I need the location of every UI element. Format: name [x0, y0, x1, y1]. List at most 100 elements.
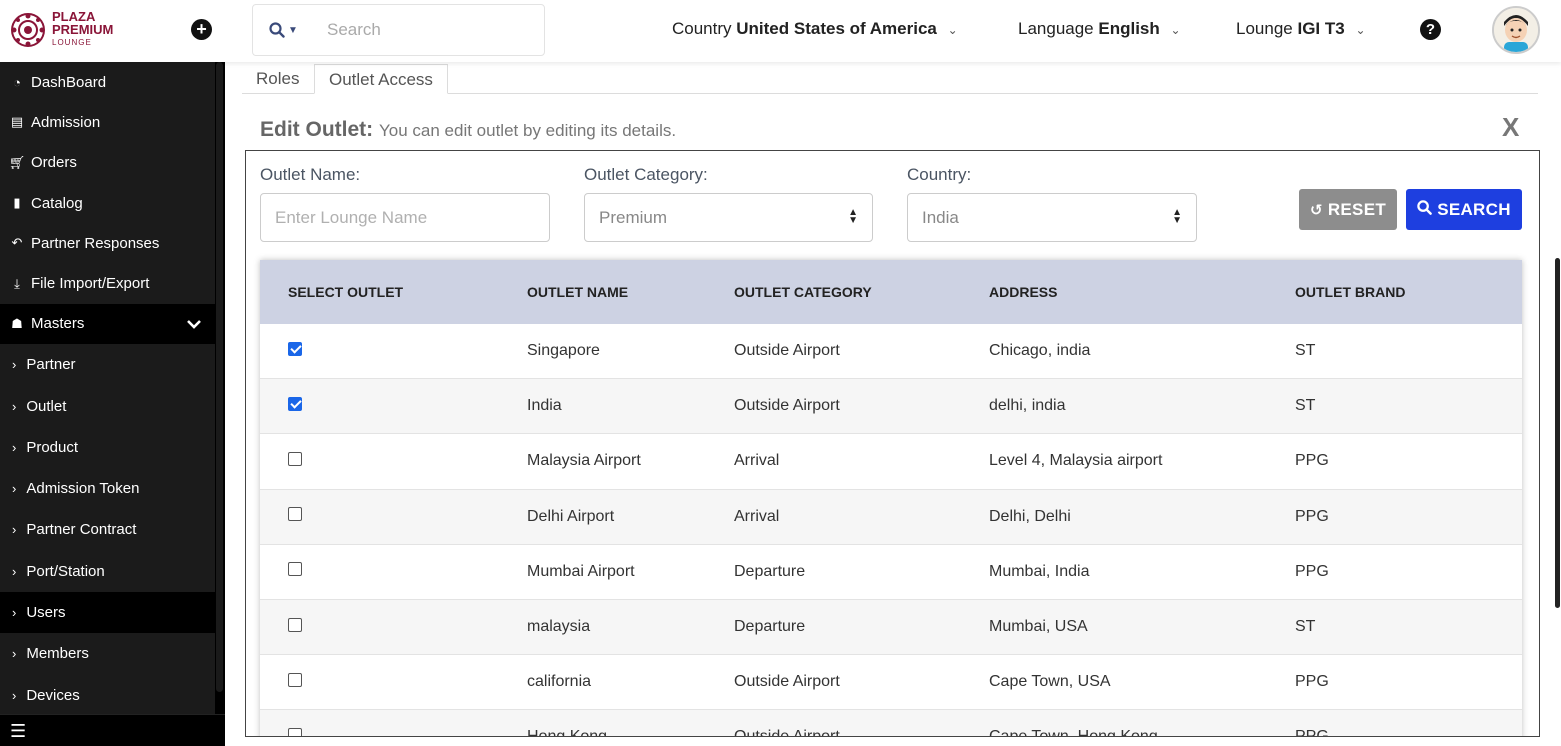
sidebar-subitem-label: Product — [26, 438, 79, 456]
select-outlet-checkbox[interactable] — [288, 451, 302, 466]
select-outlet-cell — [260, 507, 527, 526]
search-button[interactable]: SEARCH — [1406, 189, 1522, 230]
search-input[interactable] — [327, 20, 527, 40]
table-header: SELECT OUTLET OUTLET NAME OUTLET CATEGOR… — [260, 260, 1522, 324]
outlet-category-cell: Arrival — [734, 452, 780, 470]
outlet-brand-cell: PPG — [1295, 452, 1329, 470]
select-outlet-checkbox[interactable] — [288, 507, 302, 522]
select-outlet-cell — [260, 727, 527, 736]
sidebar-scroll-thumb[interactable] — [216, 62, 223, 692]
chevron-down-icon: ⌄ — [1170, 23, 1181, 37]
sidebar-subitem-outlet[interactable]: › Outlet — [0, 385, 215, 427]
outlet-category-cell: Outside Airport — [734, 397, 840, 415]
select-outlet-checkbox[interactable] — [288, 396, 302, 411]
address-cell: delhi, india — [989, 397, 1066, 415]
outlet-brand-cell: ST — [1295, 618, 1316, 636]
outlet-name-cell: Singapore — [527, 342, 600, 360]
select-outlet-checkbox[interactable] — [288, 562, 302, 577]
address-cell: Mumbai, USA — [989, 618, 1088, 636]
outlet-brand-cell: PPG — [1295, 507, 1329, 525]
outlet-name-input[interactable] — [275, 207, 549, 228]
select-outlet-checkbox[interactable] — [288, 727, 302, 736]
help-icon[interactable]: ? — [1420, 19, 1441, 40]
outlet-category-cell: Outside Airport — [734, 673, 840, 691]
language-selector[interactable]: Language English ⌄ — [1018, 19, 1181, 39]
tab-outlet-access[interactable]: Outlet Access — [314, 64, 448, 94]
search-label: SEARCH — [1437, 199, 1511, 219]
sidebar-scrollbar[interactable] — [215, 62, 225, 712]
table-row[interactable]: India Outside Airport delhi, india ST — [260, 379, 1522, 435]
table-body: Singapore Outside Airport Chicago, india ST… — [260, 324, 1522, 737]
country-select[interactable]: India ▲ ▼ — [907, 193, 1197, 242]
chevron-right-icon: › — [12, 563, 17, 579]
table-row[interactable]: Singapore Outside Airport Chicago, india ST — [260, 324, 1522, 380]
lounge-value: IGI T3 — [1297, 19, 1345, 38]
lounge-label: Lounge — [1236, 19, 1293, 38]
address-cell: Delhi, Delhi — [989, 507, 1071, 525]
country-filter-label: Country: — [907, 165, 972, 184]
sidebar-menu: ◔ DashBoard ▤ Admission 🛒︎ Orders ▮ Cata… — [0, 62, 215, 716]
outlet-category-cell: Outside Airport — [734, 342, 840, 360]
avatar[interactable] — [1492, 6, 1540, 54]
sidebar-item-file-import-export[interactable]: ⤓ File Import/Export — [0, 263, 215, 304]
col-header-select-outlet: SELECT OUTLET — [288, 284, 404, 300]
table-row[interactable]: Hong Kong Outside Airport Cape Town, Hong … — [260, 710, 1522, 737]
sidebar-subitem-devices[interactable]: › Devices — [0, 674, 215, 716]
table-row[interactable]: Malaysia Airport Arrival Level 4, Malaysia… — [260, 434, 1522, 490]
search-dropdown-icon[interactable]: ▼ — [269, 22, 303, 38]
sidebar-subitem-port-station[interactable]: › Port/Station — [0, 550, 215, 592]
table-row[interactable]: california Outside Airport Cape Town, USA P… — [260, 655, 1522, 711]
sidebar-subitem-label: Partner — [26, 356, 76, 374]
sidebar-item-orders[interactable]: 🛒︎ Orders — [0, 142, 215, 183]
outlet-name-cell: Hong Kong — [527, 728, 608, 737]
sidebar-item-catalog[interactable]: ▮ Catalog — [0, 182, 215, 224]
sidebar-item-label: File Import/Export — [31, 275, 150, 293]
sidebar-subitem-label: Members — [26, 645, 89, 663]
chevron-right-icon: › — [12, 439, 17, 455]
select-caret-icon: ▲ ▼ — [1172, 207, 1182, 226]
reset-button[interactable]: ↺ RESET — [1299, 189, 1397, 230]
outlet-category-cell: Departure — [734, 562, 806, 580]
sidebar-subitem-partner[interactable]: › Partner — [0, 344, 215, 386]
close-button[interactable]: X — [1502, 112, 1519, 143]
add-icon[interactable]: + — [191, 19, 212, 40]
language-label: Language — [1018, 19, 1094, 38]
logo[interactable]: PLAZA PREMIUM LOUNGE — [10, 10, 113, 49]
select-outlet-checkbox[interactable] — [288, 672, 302, 687]
select-outlet-checkbox[interactable] — [288, 617, 302, 632]
sidebar-item-masters[interactable]: ☗ Masters — [0, 303, 215, 345]
table-row[interactable]: Mumbai Airport Departure Mumbai, India PPG — [260, 544, 1522, 600]
sidebar-item-admission[interactable]: ▤ Admission — [0, 102, 215, 143]
table-row[interactable]: malaysia Departure Mumbai, USA ST — [260, 599, 1522, 656]
country-selector[interactable]: Country United States of America ⌄ — [672, 19, 958, 39]
language-value: English — [1098, 19, 1160, 38]
outlet-name-cell: India — [527, 397, 562, 415]
outlet-category-select[interactable]: Premium ▲ ▼ — [584, 193, 873, 242]
sidebar-subitem-product[interactable]: › Product — [0, 426, 215, 468]
sidebar: ◔ DashBoard ▤ Admission 🛒︎ Orders ▮ Cata… — [0, 62, 225, 746]
chevron-right-icon: › — [12, 481, 17, 497]
table-row[interactable]: Delhi Airport Arrival Delhi, Delhi PPG — [260, 489, 1522, 545]
chevron-right-icon: › — [12, 522, 17, 538]
sidebar-subitem-members[interactable]: › Members — [0, 633, 215, 675]
sidebar-subitem-users[interactable]: › Users — [0, 591, 215, 634]
chevron-right-icon: › — [12, 605, 17, 620]
page-scrollbar[interactable] — [1555, 258, 1560, 608]
sidebar-subitem-admission-token[interactable]: › Admission Token — [0, 467, 215, 510]
sidebar-item-dashboard[interactable]: ◔ DashBoard — [0, 62, 215, 103]
select-outlet-cell — [260, 617, 527, 637]
tab-roles[interactable]: Roles — [242, 64, 313, 94]
caret-down-icon: ▼ — [288, 24, 298, 36]
sidebar-item-partner-responses[interactable]: ↶ Partner Responses — [0, 223, 215, 264]
outlet-name-field[interactable] — [260, 193, 550, 242]
select-outlet-checkbox[interactable] — [288, 341, 302, 356]
menu-toggle-icon[interactable]: ☰ — [0, 714, 225, 746]
lounge-selector[interactable]: Lounge IGI T3 ⌄ — [1236, 19, 1366, 39]
chevron-right-icon: › — [12, 398, 17, 414]
sidebar-subitem-partner-contract[interactable]: › Partner Contract — [0, 509, 215, 551]
col-header-address: ADDRESS — [989, 284, 1058, 300]
select-caret-icon: ▲ ▼ — [848, 207, 858, 226]
select-outlet-cell — [260, 451, 527, 471]
download-icon: ⤓ — [14, 275, 20, 291]
edit-title: Edit Outlet: — [260, 118, 374, 141]
